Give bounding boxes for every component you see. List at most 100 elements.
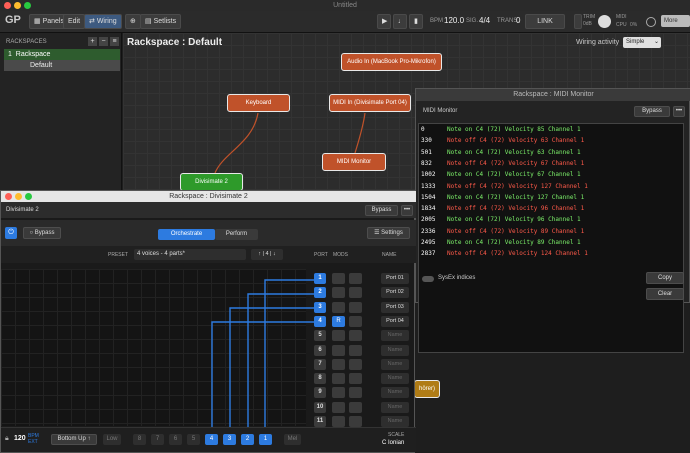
mod-slot[interactable]	[332, 287, 345, 299]
midi-monitor-bypass-button[interactable]: Bypass	[634, 106, 670, 117]
port-name-field[interactable]: Name	[381, 330, 409, 342]
port-name-field[interactable]: Name	[381, 344, 409, 356]
mod-slot[interactable]	[332, 273, 345, 284]
node-divisimate[interactable]: Divisimate 2	[180, 173, 243, 191]
add-rackspace-button[interactable]: +	[88, 37, 97, 46]
mod-slot[interactable]	[349, 315, 362, 327]
port-name-field[interactable]: Port 04	[381, 315, 409, 327]
divisimate-titlebar[interactable]: Rackspace : Divisimate 2	[1, 191, 416, 202]
voice-button[interactable]: 7	[151, 434, 164, 445]
low-button[interactable]: Low	[103, 434, 121, 445]
voicing-mode-select[interactable]: Bottom Up ↑	[51, 434, 97, 445]
node-midi-in[interactable]: MIDI In (Divisimate Port 04)	[329, 94, 411, 112]
mod-slot[interactable]	[349, 330, 362, 342]
preset-select[interactable]: 4 voices - 4 parts*	[134, 249, 246, 260]
mod-slot[interactable]	[349, 287, 362, 299]
tab-perform[interactable]: Perform	[215, 229, 258, 240]
play-button[interactable]: ▶	[377, 14, 391, 29]
port-name-field[interactable]: Port 01	[381, 273, 409, 284]
plugin-bypass-button[interactable]: Bypass	[365, 205, 398, 216]
mel-button[interactable]: Mel	[284, 434, 301, 445]
port-number-button[interactable]: 3	[314, 301, 326, 313]
lock-icon[interactable]: 🔒︎	[5, 435, 9, 443]
node-keyboard[interactable]: Keyboard	[227, 94, 290, 112]
sysex-toggle[interactable]	[422, 276, 434, 282]
port-number-button[interactable]: 4	[314, 315, 326, 327]
metronome-button[interactable]: ♩	[393, 14, 407, 29]
port-name-field[interactable]: Port 02	[381, 287, 409, 299]
mod-slot[interactable]	[349, 358, 362, 370]
mod-slot[interactable]: R	[332, 315, 345, 327]
port-name-field[interactable]: Name	[381, 416, 409, 427]
voice-button[interactable]: 8	[133, 434, 146, 445]
port-name-field[interactable]: Port 03	[381, 301, 409, 313]
voice-button[interactable]: 5	[187, 434, 200, 445]
link-button[interactable]: LINK	[525, 14, 565, 29]
divisimate-close-button[interactable]	[5, 193, 12, 200]
port-number-button[interactable]: 2	[314, 287, 326, 299]
rackspace-item[interactable]: 1 Rackspace	[4, 49, 120, 60]
close-window-button[interactable]	[4, 2, 11, 9]
mod-slot[interactable]	[332, 387, 345, 399]
port-number-button[interactable]: 11	[314, 416, 326, 427]
setlists-button[interactable]: ▤ Setlists	[140, 14, 182, 29]
voice-button[interactable]: 3	[223, 434, 236, 445]
copy-button[interactable]: Copy	[646, 272, 684, 284]
variation-item[interactable]: Default	[4, 60, 120, 71]
port-number-button[interactable]: 6	[314, 344, 326, 356]
port-number-button[interactable]: 9	[314, 387, 326, 399]
edit-button[interactable]: Edit	[63, 14, 86, 29]
node-audio-in[interactable]: Audio In (MacBook Pro-Mikrofon)	[341, 53, 442, 71]
mod-slot[interactable]	[349, 301, 362, 313]
divisimate-bypass-button[interactable]: ○ Bypass	[23, 227, 61, 239]
mod-slot[interactable]	[349, 401, 362, 413]
settings-button[interactable]: ☰ Settings	[367, 227, 410, 239]
mod-slot[interactable]	[332, 373, 345, 385]
settings-icon[interactable]	[646, 17, 656, 27]
clear-button[interactable]: Clear	[646, 288, 684, 300]
mod-slot[interactable]	[332, 344, 345, 356]
port-number-button[interactable]: 1	[314, 273, 326, 284]
tab-orchestrate[interactable]: Orchestrate	[158, 229, 215, 240]
wiring-button[interactable]: ⇄ Wiring	[84, 14, 122, 29]
port-number-button[interactable]: 8	[314, 373, 326, 385]
divisimate-minimize-button[interactable]	[15, 193, 22, 200]
mod-slot[interactable]	[332, 416, 345, 427]
port-name-field[interactable]: Name	[381, 387, 409, 399]
mod-slot[interactable]	[349, 344, 362, 356]
plugin-menu-button[interactable]: •••	[401, 205, 413, 216]
mod-slot[interactable]	[349, 373, 362, 385]
voice-button[interactable]: 6	[169, 434, 182, 445]
port-number-button[interactable]: 5	[314, 330, 326, 342]
midi-monitor-menu-button[interactable]: •••	[673, 106, 685, 117]
globe-button[interactable]: ⊕	[125, 14, 141, 29]
node-midi-monitor[interactable]: MIDI Monitor	[322, 153, 386, 171]
port-number-button[interactable]: 7	[314, 358, 326, 370]
mod-slot[interactable]	[332, 301, 345, 313]
minimize-window-button[interactable]	[14, 2, 21, 9]
more-button[interactable]: More	[661, 15, 690, 27]
remove-rackspace-button[interactable]: −	[99, 37, 108, 46]
port-name-field[interactable]: Name	[381, 373, 409, 385]
midi-monitor-titlebar[interactable]: Rackspace : MIDI Monitor	[416, 89, 690, 101]
node-partial-hidden[interactable]: hörer)	[414, 380, 440, 398]
preset-navigator[interactable]: ↑ | 4 | ↓	[251, 249, 283, 260]
voice-button[interactable]: 1	[259, 434, 272, 445]
bpm-value[interactable]: 120.0	[444, 16, 464, 25]
zoom-window-button[interactable]	[24, 2, 31, 9]
port-name-field[interactable]: Name	[381, 401, 409, 413]
sig-value[interactable]: 4/4	[479, 16, 490, 25]
rackspace-menu-button[interactable]: ≡	[110, 37, 119, 46]
trim-knob[interactable]	[598, 15, 611, 28]
divisimate-zoom-button[interactable]	[25, 193, 32, 200]
voice-button[interactable]: 4	[205, 434, 218, 445]
mod-slot[interactable]	[349, 387, 362, 399]
power-button[interactable]: ⏻	[5, 227, 17, 239]
midi-log[interactable]: 0 Note on C4 (72) Velocity 85 Channel 1 33…	[418, 123, 684, 353]
mod-slot[interactable]	[349, 416, 362, 427]
voice-button[interactable]: 2	[241, 434, 254, 445]
mod-slot[interactable]	[332, 401, 345, 413]
trans-value[interactable]: 0	[516, 16, 520, 25]
tap-tempo-button[interactable]: ▮	[409, 14, 423, 29]
port-number-button[interactable]: 10	[314, 401, 326, 413]
